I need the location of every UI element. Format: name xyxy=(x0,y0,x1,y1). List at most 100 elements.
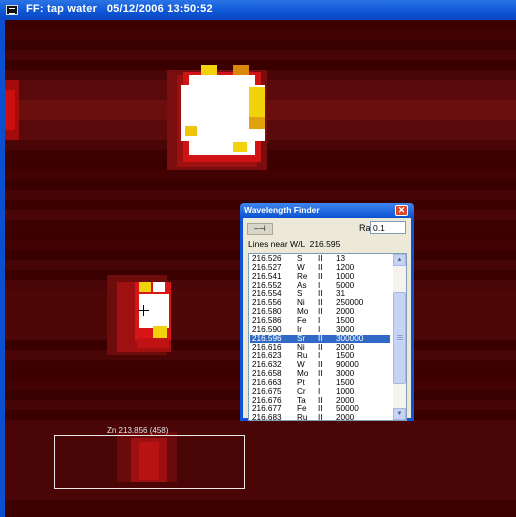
roi-label: Zn 213.856 (458) xyxy=(107,426,169,435)
element-cell: Ir xyxy=(297,324,303,334)
element-cell: Fe xyxy=(297,404,307,414)
intensity-cell: 3000 xyxy=(336,324,355,334)
scroll-down-icon[interactable]: ▼ xyxy=(393,408,406,420)
element-cell: Ru xyxy=(297,351,308,361)
ion-cell: II xyxy=(318,395,323,405)
wavelength-cell: 216.590 xyxy=(252,324,282,334)
close-icon[interactable]: ✕ xyxy=(395,205,408,216)
range-input[interactable] xyxy=(370,221,406,234)
wavelength-cell: 216.623 xyxy=(252,351,282,361)
hot-spot xyxy=(185,126,197,136)
list-item[interactable]: 216.676 Ta II 2000 xyxy=(250,395,390,405)
wavelength-cell: 216.554 xyxy=(252,289,282,299)
wavelength-cell: 216.596 xyxy=(252,333,282,343)
heat-row xyxy=(5,500,516,510)
list-item[interactable]: 216.623 Ru I 1500 xyxy=(250,352,390,360)
list-item[interactable]: 216.683 Ru II 2000 xyxy=(250,413,390,421)
list-item[interactable]: 216.616 Ni II 2000 xyxy=(250,342,390,352)
intensity-cell: 1500 xyxy=(336,377,355,387)
list-item[interactable]: 216.586 Fe I 1500 xyxy=(250,315,390,325)
element-cell: Mo xyxy=(297,307,309,317)
wavelength-cell: 216.527 xyxy=(252,262,282,272)
element-cell: Re xyxy=(297,271,308,281)
lines-list[interactable]: 216.526 S II 13 216.527 W II 1200 216.541 Re II 100… xyxy=(248,253,407,421)
hot-spot xyxy=(201,65,217,75)
hot-spot xyxy=(209,142,223,152)
list-item[interactable]: 216.658 Mo II 3000 xyxy=(250,369,390,379)
app-icon[interactable] xyxy=(6,5,18,15)
ion-cell: II xyxy=(318,360,323,370)
wavelength-cell: 216.556 xyxy=(252,298,282,308)
ion-cell: II xyxy=(318,413,323,421)
list-item[interactable]: 216.554 S II 31 xyxy=(250,290,390,298)
heat-row xyxy=(5,50,516,60)
hot-spot xyxy=(153,282,165,292)
list-item[interactable]: 216.663 Pt I 1500 xyxy=(250,377,390,387)
title-bar[interactable]: FF: tap water 05/12/2006 13:50:52 xyxy=(0,0,516,20)
wavelength-cell: 216.676 xyxy=(252,395,282,405)
wavelength-cell: 216.677 xyxy=(252,404,282,414)
intensity-cell: 1200 xyxy=(336,262,355,272)
heat-row xyxy=(5,170,516,180)
list-item[interactable]: 216.527 W II 1200 xyxy=(250,262,390,272)
heat-row xyxy=(5,20,516,30)
wavelength-finder-dialog: Wavelength Finder ✕ –⊣ Range Lines near … xyxy=(240,203,414,421)
list-item[interactable]: 216.526 S II 13 xyxy=(250,254,390,263)
heat-cell xyxy=(5,90,15,130)
ion-cell: I xyxy=(318,315,321,325)
element-cell: Mo xyxy=(297,369,309,379)
list-item[interactable]: 216.552 As I 5000 xyxy=(250,280,390,290)
intensity-cell: 1500 xyxy=(336,315,355,325)
crosshair-cursor-icon xyxy=(138,305,149,316)
wavelength-cell: 216.586 xyxy=(252,315,282,325)
wavelength-cell: 216.675 xyxy=(252,386,282,396)
ion-cell: II xyxy=(318,307,323,317)
wavelength-cell: 216.683 xyxy=(252,413,282,421)
heat-row xyxy=(5,60,516,70)
pin-icon[interactable]: –⊣ xyxy=(247,223,273,235)
ion-cell: II xyxy=(318,271,323,281)
list-item[interactable]: 216.541 Re II 1000 xyxy=(250,271,390,281)
ion-cell: I xyxy=(318,386,321,396)
element-cell: As xyxy=(297,280,307,290)
ion-cell: I xyxy=(318,377,321,387)
list-item[interactable]: 216.590 Ir I 3000 xyxy=(250,324,390,334)
intensity-cell: 50000 xyxy=(336,404,359,414)
wavelength-cell: 216.658 xyxy=(252,369,282,379)
dialog-title-bar[interactable]: Wavelength Finder ✕ xyxy=(240,203,414,218)
window-title: FF: tap water 05/12/2006 13:50:52 xyxy=(26,3,213,15)
intensity-cell: 2000 xyxy=(336,307,355,317)
list-item-selected[interactable]: 216.596 Sr II 300000 xyxy=(250,333,390,343)
wavelength-cell: 216.616 xyxy=(252,342,282,352)
intensity-cell: 1000 xyxy=(336,386,355,396)
heat-cell xyxy=(137,338,169,348)
list-item[interactable]: 216.632 W II 90000 xyxy=(250,361,390,369)
list-item[interactable]: 216.556 Ni II 250000 xyxy=(250,299,390,307)
list-item[interactable]: 216.675 Cr I 1000 xyxy=(250,386,390,396)
ion-cell: II xyxy=(318,369,323,379)
wavelength-cell: 216.541 xyxy=(252,271,282,281)
intensity-cell: 250000 xyxy=(336,298,364,308)
hot-spot xyxy=(153,326,167,338)
intensity-cell: 13 xyxy=(336,254,346,263)
heat-row xyxy=(5,180,516,190)
heat-row xyxy=(5,190,516,200)
list-item[interactable]: 216.580 Mo II 2000 xyxy=(250,307,390,317)
scroll-up-icon[interactable]: ▲ xyxy=(393,254,406,266)
element-cell: S xyxy=(297,254,303,263)
list-item[interactable]: 216.677 Fe II 50000 xyxy=(250,405,390,413)
intensity-cell: 2000 xyxy=(336,413,355,421)
wavelength-cell: 216.526 xyxy=(252,254,282,263)
intensity-cell: 2000 xyxy=(336,395,355,405)
intensity-cell: 300000 xyxy=(336,333,364,343)
hot-spot xyxy=(249,117,265,129)
heat-row xyxy=(5,40,516,50)
ion-cell: II xyxy=(318,289,323,299)
element-cell: Fe xyxy=(297,315,307,325)
ion-cell: II xyxy=(318,342,323,352)
hot-spot xyxy=(139,282,151,292)
list-scrollbar[interactable]: ▲ ▼ xyxy=(393,254,406,420)
ion-cell: II xyxy=(318,254,323,263)
roi-box[interactable] xyxy=(54,435,245,489)
scroll-thumb[interactable] xyxy=(393,292,406,384)
